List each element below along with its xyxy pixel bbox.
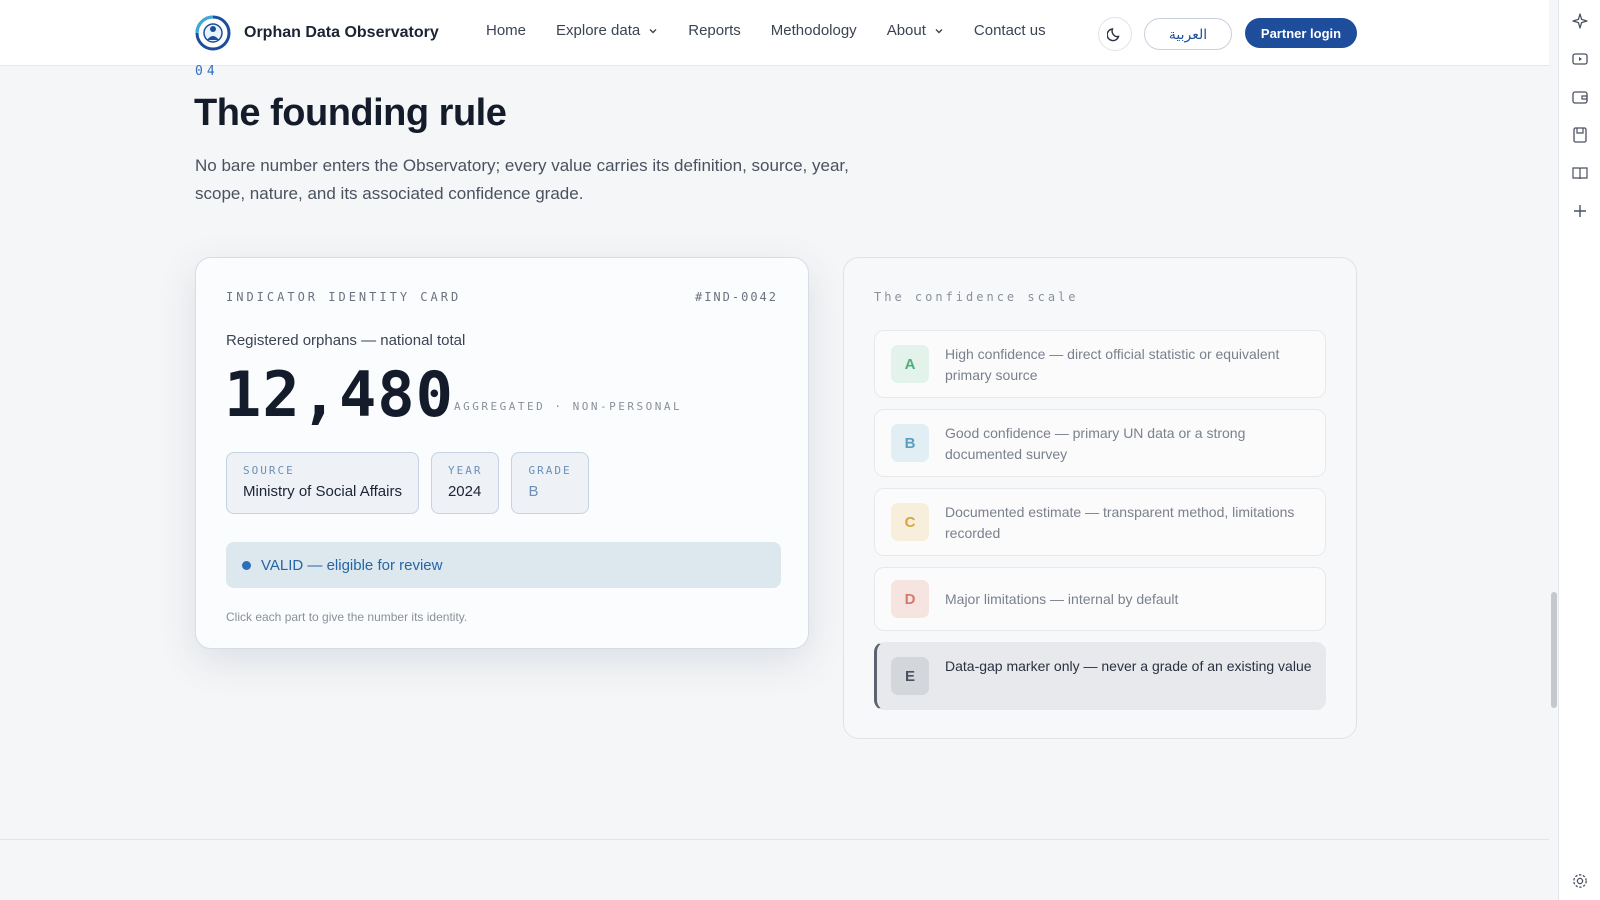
validation-status: VALID — eligible for review: [226, 542, 781, 588]
chevron-down-icon: [935, 28, 943, 33]
nav-methodology[interactable]: Methodology: [771, 22, 857, 39]
grade-chip[interactable]: GRADE B: [511, 452, 589, 514]
brand[interactable]: Orphan Data Observatory: [194, 15, 439, 51]
book-icon[interactable]: [1571, 164, 1589, 182]
partner-login-button[interactable]: Partner login: [1245, 18, 1357, 48]
save-icon[interactable]: [1571, 126, 1589, 144]
identity-card-hint: Click each part to give the number its i…: [226, 610, 468, 624]
settings-icon[interactable]: [1571, 872, 1589, 890]
status-dot-icon: [242, 560, 251, 570]
grade-row-c[interactable]: C Documented estimate — transparent meth…: [874, 488, 1326, 556]
top-navigation: Orphan Data Observatory Home Explore dat…: [0, 0, 1549, 66]
nav-explore-data-label: Explore data: [556, 22, 641, 39]
year-chip[interactable]: YEAR 2024: [430, 452, 500, 514]
identity-card-label: INDICATOR IDENTITY CARD: [226, 290, 462, 304]
main-nav: Home Explore data Reports Methodology Ab…: [486, 22, 1076, 39]
page-scrollbar[interactable]: [1551, 592, 1557, 708]
grade-description-a: High confidence — direct official statis…: [945, 346, 1280, 383]
indicator-caption: Registered orphans — national total: [226, 332, 466, 349]
section-title: The founding rule: [194, 92, 507, 134]
indicator-identity-card: INDICATOR IDENTITY CARD #IND-0042 Regist…: [195, 257, 809, 649]
grade-row-a[interactable]: A High confidence — direct official stat…: [874, 330, 1326, 398]
browser-sidebar: [1558, 0, 1600, 900]
indicator-value[interactable]: 12,480: [224, 358, 454, 431]
grade-badge-b: B: [891, 424, 929, 462]
grade-description-d: Major limitations — internal by default: [945, 591, 1179, 607]
nav-reports[interactable]: Reports: [688, 22, 741, 39]
video-icon[interactable]: [1571, 50, 1589, 68]
nav-contact-us[interactable]: Contact us: [974, 22, 1046, 39]
confidence-scale-card: The confidence scale A High confidence —…: [843, 257, 1357, 739]
nav-about[interactable]: About: [887, 22, 944, 39]
indicator-nature-note: AGGREGATED · NON-PERSONAL: [454, 400, 683, 413]
chevron-down-icon: [649, 28, 657, 33]
grade-description-e: Data-gap marker only — never a grade of …: [945, 658, 1312, 674]
year-chip-key: YEAR: [447, 464, 483, 477]
source-chip[interactable]: SOURCE Ministry of Social Affairs: [226, 452, 419, 514]
source-chip-value: Ministry of Social Affairs: [243, 483, 402, 500]
year-chip-value: 2024: [447, 483, 482, 500]
wallet-icon[interactable]: [1571, 88, 1589, 106]
indicator-chips: SOURCE Ministry of Social Affairs YEAR 2…: [226, 452, 589, 514]
grade-badge-d: D: [891, 580, 929, 618]
moon-icon: [1107, 28, 1120, 42]
grade-description-c: Documented estimate — transparent method…: [945, 504, 1295, 541]
section-lead: No bare number enters the Observatory; e…: [195, 156, 849, 203]
nav-contact-us-label: Contact us: [973, 22, 1046, 39]
sparkle-icon[interactable]: [1571, 12, 1589, 30]
brand-name: Orphan Data Observatory: [244, 24, 439, 41]
grade-chip-value: B: [528, 483, 539, 500]
nav-explore-data[interactable]: Explore data: [556, 22, 658, 39]
section-number: 04: [195, 64, 219, 79]
indicator-code: #IND-0042: [694, 290, 778, 304]
grade-row-e[interactable]: E Data-gap marker only — never a grade o…: [874, 642, 1326, 710]
grade-row-b[interactable]: B Good confidence — primary UN data or a…: [874, 409, 1326, 477]
validation-status-text: VALID — eligible for review: [261, 556, 443, 574]
language-switch-button[interactable]: العربية: [1144, 18, 1232, 50]
nav-home-label: Home: [486, 22, 527, 39]
theme-toggle-button[interactable]: [1098, 17, 1132, 51]
confidence-scale-title: The confidence scale: [874, 290, 1079, 304]
nav-methodology-label: Methodology: [770, 22, 857, 39]
grade-chip-key: GRADE: [528, 464, 572, 477]
nav-home[interactable]: Home: [486, 22, 526, 39]
source-chip-key: SOURCE: [243, 464, 295, 477]
section-divider: [0, 839, 1549, 840]
plus-icon[interactable]: [1571, 202, 1589, 220]
observatory-logo-icon: [195, 15, 231, 51]
nav-about-label: About: [886, 22, 926, 39]
grade-description-b: Good confidence — primary UN data or a s…: [945, 425, 1246, 462]
grade-badge-c: C: [891, 503, 929, 541]
grade-row-d[interactable]: D Major limitations — internal by defaul…: [874, 567, 1326, 631]
grade-badge-a: A: [891, 345, 929, 383]
nav-reports-label: Reports: [688, 22, 741, 39]
grade-badge-e: E: [891, 657, 929, 695]
